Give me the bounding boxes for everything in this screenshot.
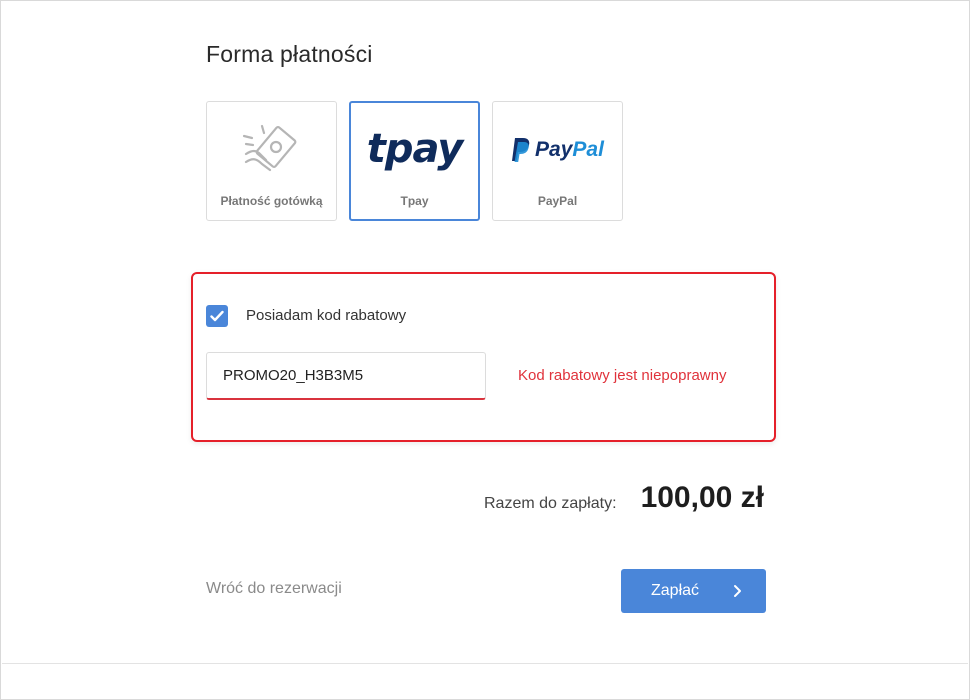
promo-code-checkbox[interactable]: [206, 305, 228, 327]
total-label: Razem do zapłaty:: [484, 495, 617, 512]
chevron-right-icon: [734, 585, 741, 597]
promo-code-error: Kod rabatowy jest niepoprawny: [518, 367, 727, 384]
promo-code-checkbox-label: Posiadam kod rabatowy: [246, 307, 407, 324]
paypal-logo-pal: Pal: [572, 138, 604, 161]
payment-method-label: PayPal: [537, 194, 578, 208]
payment-method-tpay[interactable]: tpay Tpay: [349, 101, 480, 221]
paypal-p-icon: [512, 138, 530, 162]
payment-method-cash[interactable]: Płatność gotówką: [206, 101, 337, 221]
payment-method-label: Płatność gotówką: [220, 194, 323, 208]
back-to-reservation-link[interactable]: Wróć do rezerwacji: [206, 580, 342, 598]
page-title: Forma płatności: [206, 41, 373, 67]
payment-method-label: Tpay: [400, 194, 429, 208]
total-amount: 100,00 zł: [640, 481, 764, 514]
pay-button-label: Zapłać: [651, 582, 700, 599]
paypal-logo-pay: Pay: [535, 138, 573, 161]
footer-divider: [2, 663, 968, 664]
promo-code-input[interactable]: [206, 352, 486, 400]
checkmark-icon: [210, 310, 224, 322]
payment-method-paypal[interactable]: PayPal PayPal: [492, 101, 623, 221]
cash-hand-icon: [242, 124, 296, 172]
paypal-logo: PayPal: [511, 137, 604, 163]
tpay-logo: tpay: [366, 126, 464, 172]
pay-button[interactable]: Zapłać: [621, 569, 766, 613]
payment-page: Forma płatności Płatność gotówką tpay Tp: [0, 0, 970, 700]
